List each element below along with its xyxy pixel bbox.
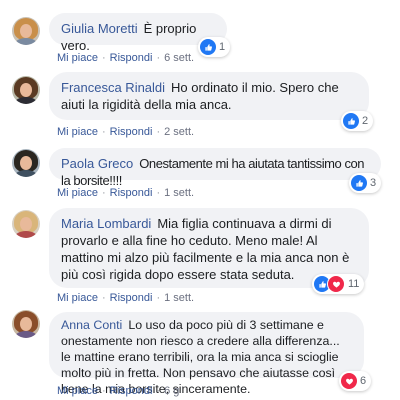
comment-actions: Mi piace · Rispondi · 1 sett. bbox=[57, 187, 195, 199]
comment-actions: Mi piace · Rispondi · 2 sett. bbox=[57, 126, 195, 138]
comment-author[interactable]: Paola Greco bbox=[61, 156, 133, 171]
reaction-count[interactable]: 1 bbox=[198, 37, 231, 57]
reaction-count-value: 3 bbox=[370, 177, 377, 189]
avatar[interactable] bbox=[12, 210, 40, 238]
like-button[interactable]: Mi piace bbox=[57, 292, 98, 304]
heart-icon bbox=[341, 373, 357, 389]
reply-button[interactable]: Rispondi bbox=[110, 385, 153, 397]
reply-button[interactable]: Rispondi bbox=[110, 52, 153, 64]
comment-bubble: Paola Greco Onestamente mi ha aiutata tan… bbox=[49, 148, 381, 188]
comment-time[interactable]: 2 sett. bbox=[164, 126, 194, 138]
like-button[interactable]: Mi piace bbox=[57, 385, 98, 397]
comment-time[interactable]: 6 sett. bbox=[164, 52, 194, 64]
reaction-count-value: 2 bbox=[362, 115, 369, 127]
comment-actions: Mi piace · Rispondi · 6 sett. bbox=[57, 52, 195, 64]
avatar[interactable] bbox=[12, 76, 40, 104]
reaction-count[interactable]: 2 bbox=[341, 111, 374, 131]
avatar[interactable] bbox=[12, 310, 40, 338]
like-button[interactable]: Mi piace bbox=[57, 187, 98, 199]
comment-actions: Mi piace · Rispondi · 6 g bbox=[57, 385, 180, 397]
reaction-count-value: 6 bbox=[360, 375, 367, 387]
avatar[interactable] bbox=[12, 149, 40, 177]
reaction-count[interactable]: 3 bbox=[349, 173, 382, 193]
comment-author[interactable]: Francesca Rinaldi bbox=[61, 80, 165, 95]
reply-button[interactable]: Rispondi bbox=[110, 292, 153, 304]
comment-author[interactable]: Maria Lombardi bbox=[61, 216, 151, 231]
heart-icon bbox=[327, 275, 345, 293]
like-button[interactable]: Mi piace bbox=[57, 52, 98, 64]
reaction-count-value: 1 bbox=[219, 41, 226, 53]
comment-author[interactable]: Anna Conti bbox=[61, 318, 122, 332]
comment-actions: Mi piace · Rispondi · 1 sett. bbox=[57, 292, 195, 304]
comment-time[interactable]: 1 sett. bbox=[164, 187, 194, 199]
comment-bubble: Anna Conti Lo uso da poco più di 3 settim… bbox=[49, 312, 364, 396]
reaction-count[interactable]: 6 bbox=[339, 371, 372, 391]
like-icon bbox=[200, 39, 216, 55]
comment-time[interactable]: 1 sett. bbox=[164, 292, 194, 304]
comment-bubble: Francesca Rinaldi Ho ordinato il mio. Spe… bbox=[49, 72, 369, 120]
avatar[interactable] bbox=[12, 17, 40, 45]
reaction-count-value: 11 bbox=[348, 278, 360, 290]
reaction-count[interactable]: 11 bbox=[312, 274, 365, 294]
reply-button[interactable]: Rispondi bbox=[110, 187, 153, 199]
comment-author[interactable]: Giulia Moretti bbox=[61, 21, 138, 36]
like-icon bbox=[343, 113, 359, 129]
comment-time[interactable]: 6 g bbox=[164, 385, 179, 397]
like-button[interactable]: Mi piace bbox=[57, 126, 98, 138]
reply-button[interactable]: Rispondi bbox=[110, 126, 153, 138]
like-icon bbox=[351, 175, 367, 191]
